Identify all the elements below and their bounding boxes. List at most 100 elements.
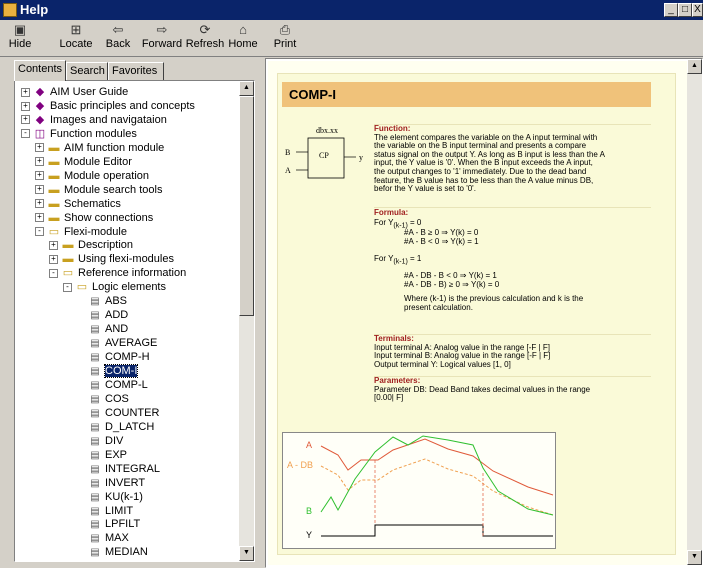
tree-item[interactable]: - ◫ Function modules — [21, 127, 137, 141]
scroll-down-arrow-icon[interactable]: ▼ — [239, 546, 254, 561]
minimize-button[interactable]: _ — [664, 3, 678, 17]
page-icon: ▤ — [90, 505, 100, 517]
tree-item[interactable]: - ▭ Logic elements — [63, 280, 166, 294]
tree-item[interactable]: + ▬ Module Editor — [35, 155, 132, 169]
tree-item[interactable]: ▤ DIV — [89, 434, 123, 448]
formula-section: Formula: For Y(k-1) = 0 #A - B ≥ 0 ⇒ Y(k… — [374, 207, 651, 330]
expand-icon[interactable]: + — [49, 254, 58, 264]
page-icon: ▤ — [90, 463, 100, 475]
tree-item[interactable]: ▤ ADD — [89, 308, 128, 322]
tree-item[interactable]: + ▬ Schematics — [35, 197, 121, 211]
refresh-label: Refresh — [185, 38, 225, 50]
tree-item[interactable]: ▤ EXP — [89, 448, 127, 462]
locate-button[interactable]: ⊞ Locate — [58, 22, 94, 50]
tree-item[interactable]: ▤ INVERT — [89, 476, 145, 490]
page-icon: ▤ — [90, 477, 100, 489]
tree-item[interactable]: + ◆ AIM User Guide — [21, 85, 128, 99]
collapse-icon[interactable]: - — [35, 227, 44, 237]
formula-note: Where (k-1) is the previous calculation … — [404, 294, 584, 303]
expand-icon[interactable]: + — [21, 115, 30, 125]
tree-item-label: INTEGRAL — [105, 462, 161, 475]
hide-button[interactable]: ▣ Hide — [8, 22, 32, 50]
tree-item[interactable]: ▤ AVERAGE — [89, 336, 157, 350]
tree-item-label: Using flexi-modules — [78, 253, 174, 266]
scroll-up-arrow-icon[interactable]: ▲ — [239, 81, 254, 96]
page-icon: ▤ — [90, 491, 100, 503]
tab-contents[interactable]: Contents — [14, 60, 66, 81]
topic-scrollbar[interactable]: ▲ ▼ — [687, 59, 702, 565]
forward-arrow-icon: ⇨ — [156, 22, 168, 37]
tree-item[interactable]: ▤ D_LATCH — [89, 420, 154, 434]
tree-item[interactable]: ▤ COMP-H — [89, 350, 149, 364]
page-icon: ▤ — [90, 547, 100, 559]
tree-item[interactable]: ▤ COM-I — [89, 364, 139, 378]
folder-icon: ▬ — [48, 197, 60, 210]
tree-item[interactable]: + ▬ Module search tools — [35, 183, 162, 197]
print-label: Print — [273, 38, 297, 50]
tree-item-label: AVERAGE — [105, 337, 158, 350]
back-button[interactable]: ⇦ Back — [104, 22, 132, 50]
tree-item[interactable]: - ▭ Flexi-module — [35, 225, 127, 239]
tree-item[interactable]: ▤ INTEGRAL — [89, 462, 160, 476]
tree-item[interactable]: + ▬ Module operation — [35, 169, 149, 183]
expand-icon[interactable]: + — [21, 87, 30, 97]
expand-icon[interactable]: + — [35, 213, 44, 223]
collapse-icon[interactable]: - — [21, 129, 30, 139]
tree-item[interactable]: + ◆ Basic principles and concepts — [21, 99, 195, 113]
collapse-icon[interactable]: - — [63, 282, 72, 292]
expand-icon[interactable]: + — [35, 157, 44, 167]
tree-item[interactable]: ▤ LPFILT — [89, 517, 140, 531]
tree-item[interactable]: ▤ KU(k-1) — [89, 490, 143, 504]
graph-label-y: Y — [306, 530, 312, 540]
expand-icon[interactable]: + — [35, 143, 44, 153]
input-a-label: A — [285, 166, 291, 175]
tree-item[interactable]: ▤ COS — [89, 392, 129, 406]
tree-item-label: Basic principles and concepts — [50, 99, 195, 112]
scroll-up-arrow-icon[interactable]: ▲ — [687, 59, 702, 74]
tab-favorites[interactable]: Favorites — [108, 62, 164, 80]
collapse-icon[interactable]: - — [49, 268, 58, 278]
tree-item[interactable]: ▤ AND — [89, 322, 128, 336]
expand-icon[interactable]: + — [35, 199, 44, 209]
print-button[interactable]: ⎙ Print — [272, 22, 298, 50]
tree-scrollbar[interactable]: ▲ ▼ — [239, 81, 254, 561]
tree-item[interactable]: ▤ LIMIT — [89, 504, 133, 518]
help-app-icon — [3, 3, 17, 17]
tree-item[interactable]: ▤ COUNTER — [89, 406, 159, 420]
tree-item[interactable]: + ▬ Show connections — [35, 211, 153, 225]
folder-icon: ▬ — [62, 239, 74, 252]
page-icon: ▤ — [90, 296, 100, 308]
tree-item[interactable]: ▤ COMP-L — [89, 378, 148, 392]
terminal-line: Output terminal Y: Logical values [1, 0] — [374, 359, 511, 369]
maximize-button[interactable]: □ — [678, 3, 692, 17]
close-button[interactable]: X — [692, 3, 703, 17]
tree-item[interactable]: ▤ ABS — [89, 294, 127, 308]
formula-title: Formula: — [374, 208, 409, 217]
expand-icon[interactable]: + — [49, 241, 58, 251]
tree-item-label: Module operation — [64, 169, 150, 182]
forward-button[interactable]: ⇨ Forward — [140, 22, 184, 50]
home-icon: ⌂ — [239, 22, 247, 37]
folder-icon: ▬ — [48, 155, 60, 168]
output-y-label: y — [359, 153, 363, 162]
scroll-thumb[interactable] — [239, 96, 254, 316]
folder-icon: ▬ — [48, 183, 60, 196]
tree-item-label: Module search tools — [64, 183, 163, 196]
expand-icon[interactable]: + — [35, 171, 44, 181]
tab-search[interactable]: Search — [66, 62, 108, 80]
home-button[interactable]: ⌂ Home — [227, 22, 259, 50]
tree-item[interactable]: + ▬ Description — [49, 238, 133, 252]
tree-item[interactable]: + ▬ Using flexi-modules — [49, 252, 174, 266]
expand-icon[interactable]: + — [21, 101, 30, 111]
tree-item-label: ABS — [105, 295, 128, 308]
tree-item-label: MAX — [105, 532, 129, 545]
tree-item[interactable]: + ◆ Images and navigataion — [21, 113, 167, 127]
tree-item[interactable]: + ▬ AIM function module — [35, 141, 164, 155]
expand-icon[interactable]: + — [35, 185, 44, 195]
refresh-button[interactable]: ⟳ Refresh — [184, 22, 226, 50]
page-icon: ▤ — [90, 310, 100, 322]
tree-item[interactable]: ▤ MAX — [89, 531, 129, 545]
tree-item[interactable]: ▤ MEDIAN — [89, 545, 148, 559]
scroll-down-arrow-icon[interactable]: ▼ — [687, 550, 702, 565]
tree-item[interactable]: - ▭ Reference information — [49, 266, 186, 280]
